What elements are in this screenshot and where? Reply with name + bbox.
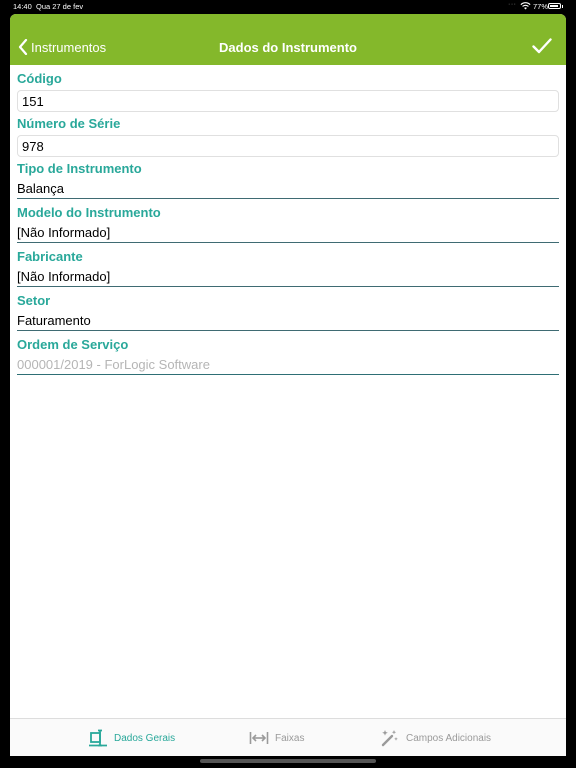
codigo-label: Código — [17, 71, 62, 86]
general-data-icon — [89, 729, 107, 747]
tipo-instrumento-label: Tipo de Instrumento — [17, 161, 142, 176]
status-time: 14:40 — [13, 2, 32, 11]
tab-campos-adicionais[interactable]: Campos Adicionais — [380, 719, 491, 756]
range-arrows-icon — [249, 732, 269, 744]
tab-dados-gerais-label: Dados Gerais — [114, 732, 176, 744]
tab-campos-adicionais-label: Campos Adicionais — [406, 732, 492, 744]
battery-icon — [548, 3, 563, 9]
tab-bar: Dados Gerais Faixas Campos Adicionais — [10, 718, 566, 756]
navigation-bar: Instrumentos Dados do Instrumento — [10, 14, 566, 65]
battery-percentage: 77% — [533, 2, 549, 11]
app-window: Instrumentos Dados do Instrumento Código… — [10, 14, 566, 756]
modelo-instrumento-label: Modelo do Instrumento — [17, 205, 161, 220]
status-bar: 14:40 Qua 27 de fev ··· 77% — [0, 0, 576, 14]
tab-dados-gerais[interactable]: Dados Gerais — [88, 719, 175, 756]
wifi-icon — [520, 2, 531, 10]
more-dots-icon: ··· — [508, 1, 517, 8]
checkmark-icon[interactable] — [532, 38, 552, 54]
ordem-servico-label: Ordem de Serviço — [17, 337, 129, 352]
codigo-input[interactable] — [17, 90, 559, 112]
numero-serie-label: Número de Série — [17, 116, 121, 131]
numero-serie-input[interactable] — [17, 135, 559, 157]
modelo-instrumento-select[interactable]: [Não Informado] — [17, 222, 559, 243]
home-indicator — [200, 759, 376, 763]
tipo-instrumento-select[interactable]: Balança — [17, 178, 559, 199]
fabricante-label: Fabricante — [17, 249, 83, 264]
ordem-servico-field: 000001/2019 - ForLogic Software — [17, 354, 559, 375]
magic-wand-icon — [381, 730, 398, 747]
fabricante-select[interactable]: [Não Informado] — [17, 266, 559, 287]
instrument-form: Código Número de Série Tipo de Instrumen… — [17, 70, 559, 380]
setor-select[interactable]: Faturamento — [17, 310, 559, 331]
page-title: Dados do Instrumento — [219, 40, 357, 55]
setor-label: Setor — [17, 293, 51, 308]
tab-faixas[interactable]: Faixas — [249, 719, 304, 756]
status-date: Qua 27 de fev — [36, 2, 84, 11]
tab-faixas-label: Faixas — [275, 732, 305, 744]
